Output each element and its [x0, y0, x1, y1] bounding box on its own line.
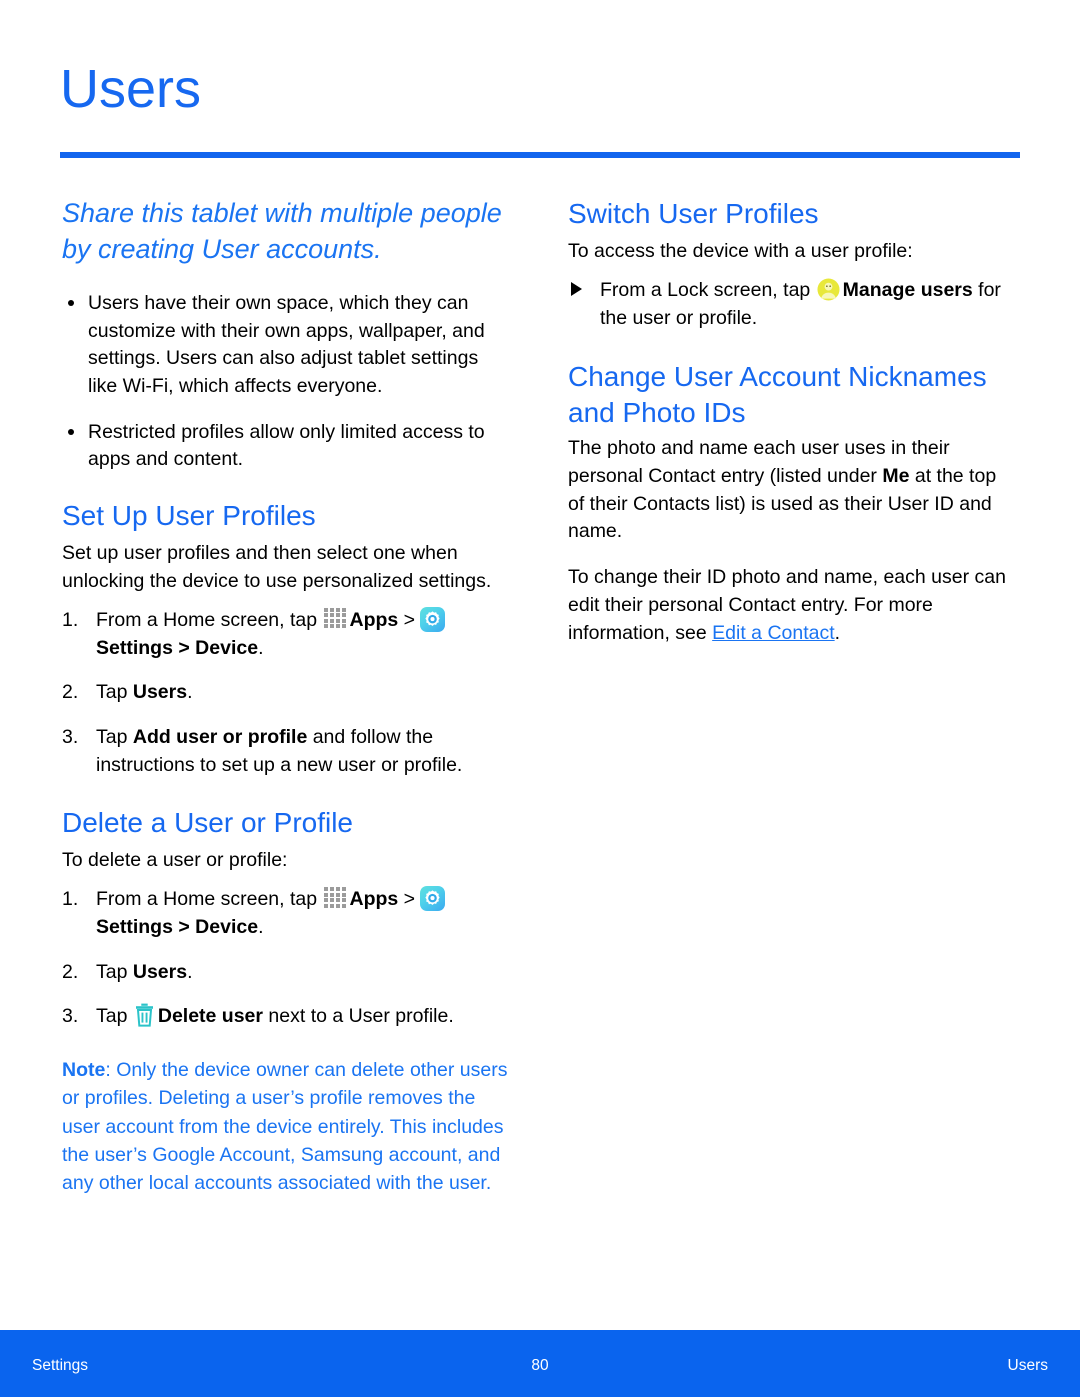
delete-steps-list: 1. From a Home screen, tap Apps > Setting…: [62, 885, 509, 1030]
set-up-intro-text: Set up user profiles and then select one…: [62, 542, 492, 593]
emphasis-text: Me: [882, 465, 910, 488]
step-item: 3. Tap Delete user next to a User profile…: [62, 1002, 509, 1030]
cross-reference-link[interactable]: Edit a Contact: [712, 622, 834, 644]
emphasis-text: Apps: [349, 888, 399, 911]
step-item: 1. From a Home screen, tap Apps > Setting…: [62, 885, 509, 942]
step-text: Tap Add user or profile and follow the i…: [96, 725, 463, 776]
step-item: 2. Tap Users.: [62, 958, 509, 986]
list-item-text: Restricted profiles allow only limited a…: [88, 420, 485, 471]
emphasis-text: Delete user: [157, 1004, 263, 1027]
section-heading-delete-a-user-or-profile: Delete a User or Profile: [62, 807, 354, 839]
note-label: Note: [62, 1059, 106, 1082]
emphasis-text: Device: [195, 916, 259, 939]
apps-grid-icon: [323, 887, 348, 908]
title-divider: [60, 152, 1020, 158]
step-item: 1. From a Home screen, tap Apps > Setting…: [62, 606, 509, 663]
nicknames-paragraph-1: The photo and name each user uses in the…: [568, 437, 997, 543]
bullet-dot-icon: [68, 299, 74, 306]
step-text: Tap Users.: [96, 681, 193, 704]
emphasis-text: Settings: [96, 636, 173, 659]
intro-lede: Share this tablet with multiple people b…: [62, 198, 502, 264]
emphasis-text: Manage users: [842, 279, 973, 302]
emphasis-text: >: [172, 916, 196, 939]
emphasis-text: Device: [195, 636, 259, 659]
note-block: Note: Only the device owner can delete o…: [62, 1056, 509, 1197]
section-heading-change-user-account-nicknames: Change User Account Nicknames and Photo …: [568, 360, 987, 428]
step-item: 3. Tap Add user or profile and follow the…: [62, 723, 509, 780]
emphasis-text: Settings: [96, 916, 173, 939]
emphasis-text: Add user or profile: [132, 725, 308, 748]
triangle-bullet-icon: [571, 281, 582, 296]
nicknames-paragraph-2: To change their ID photo and name, each …: [568, 566, 1006, 644]
note-text: Only the device owner can delete other u…: [62, 1059, 508, 1195]
switch-intro-text: To access the device with a user profile…: [568, 240, 913, 263]
page-footer: Settings 80 Users: [0, 1330, 1080, 1397]
trash-icon: [135, 1003, 154, 1027]
bullet-dot-icon: [68, 428, 74, 435]
step-number: 2.: [62, 960, 79, 983]
left-column: Share this tablet with multiple people b…: [62, 196, 509, 1198]
step-item: 2. Tap Users.: [62, 678, 509, 706]
step-number: 1.: [62, 888, 79, 911]
footer-page-number: 80: [531, 1357, 549, 1374]
step-text: Tap Users.: [96, 960, 193, 983]
list-item: Users have their own space, which they c…: [62, 290, 509, 401]
step-text: From a Home screen, tap Apps > Settings …: [96, 886, 448, 939]
list-item: From a Lock screen, tap Manage users for…: [568, 276, 1015, 333]
emphasis-text: Users: [132, 681, 188, 704]
step-number: 3.: [62, 1004, 79, 1027]
step-number: 2.: [62, 681, 79, 704]
section-heading-switch-user-profiles: Switch User Profiles: [568, 198, 819, 229]
manage-users-icon: [817, 278, 840, 301]
list-item: Restricted profiles allow only limited a…: [62, 419, 509, 474]
section-heading-set-up-user-profiles: Set Up User Profiles: [62, 499, 316, 531]
step-number: 3.: [62, 725, 79, 748]
step-text: From a Home screen, tap Apps > Settings …: [96, 606, 448, 659]
switch-action-list: From a Lock screen, tap Manage users for…: [568, 276, 1015, 333]
feature-bullet-list: Users have their own space, which they c…: [62, 290, 509, 474]
set-up-steps-list: 1. From a Home screen, tap Apps > Setting…: [62, 606, 509, 779]
step-number: 1.: [62, 608, 79, 631]
settings-gear-icon: [420, 886, 446, 912]
emphasis-text: Apps: [349, 608, 399, 631]
emphasis-text: >: [172, 636, 196, 659]
emphasis-text: Users: [132, 960, 188, 983]
page-header: Users: [60, 62, 1020, 116]
right-column: Switch User Profiles To access the devic…: [568, 196, 1015, 665]
page-title: Users: [60, 59, 202, 119]
footer-chapter-label: Users: [1007, 1357, 1048, 1374]
settings-gear-icon: [420, 606, 446, 632]
note-separator: :: [105, 1059, 117, 1082]
list-item-text: Users have their own space, which they c…: [88, 291, 485, 397]
list-item-text: From a Lock screen, tap Manage users for…: [600, 278, 1001, 330]
delete-intro-text: To delete a user or profile:: [62, 849, 288, 872]
apps-grid-icon: [323, 607, 348, 629]
step-text: Tap Delete user next to a User profile.: [96, 1003, 454, 1027]
